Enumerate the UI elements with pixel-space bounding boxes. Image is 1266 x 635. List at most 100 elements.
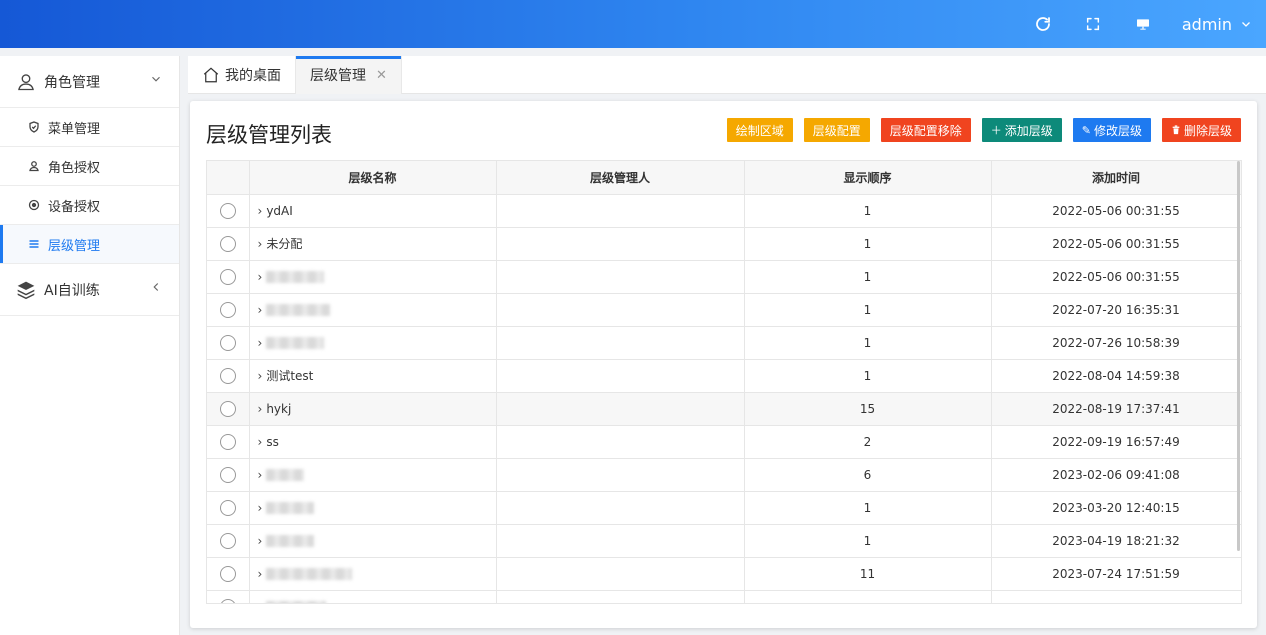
row-select-cell[interactable] (207, 227, 250, 261)
edit-level-button[interactable]: ✎ 修改层级 (1072, 118, 1151, 142)
sidebar-item-menu-management[interactable]: 菜单管理 (0, 108, 179, 147)
chevron-right-icon[interactable]: › (258, 435, 263, 449)
row-select-cell[interactable] (207, 194, 250, 228)
level-manager-cell (496, 359, 745, 393)
level-name-cell: › (249, 557, 497, 591)
table-row[interactable]: › ydAI 1 2022-05-06 00:31:55 (207, 194, 1242, 228)
column-header-name: 层级名称 (249, 161, 497, 195)
table-row[interactable]: › hykj 15 2022-08-19 17:37:41 (207, 392, 1242, 426)
top-header: admin (0, 0, 1266, 48)
row-radio[interactable] (219, 499, 236, 516)
level-manager-cell (496, 227, 745, 261)
fullscreen-icon (1086, 17, 1099, 31)
table-row[interactable]: › 11 2023-07-24 17:51:59 (207, 557, 1242, 591)
level-manager-cell (496, 425, 745, 459)
row-radio[interactable] (219, 400, 236, 417)
row-radio[interactable] (219, 433, 236, 450)
table-row[interactable]: › 测试test 1 2022-08-04 14:59:38 (207, 359, 1242, 393)
monitor-button[interactable] (1118, 0, 1168, 48)
column-header-manager: 层级管理人 (496, 161, 745, 195)
row-select-cell[interactable] (207, 326, 250, 360)
level-name-cell: › hykj (249, 392, 497, 426)
table-row[interactable]: › 1 2023-04-19 18:21:32 (207, 524, 1242, 558)
redacted-text (266, 535, 315, 547)
level-name-cell: › (249, 491, 497, 525)
header-tools: admin (1018, 0, 1252, 48)
row-select-cell[interactable] (207, 491, 250, 525)
row-radio[interactable] (219, 235, 236, 252)
row-radio[interactable] (219, 367, 236, 384)
display-order-cell: 2 (744, 425, 992, 459)
chevron-right-icon[interactable]: › (258, 270, 263, 284)
row-select-cell[interactable] (207, 590, 250, 603)
chevron-right-icon[interactable]: › (258, 468, 263, 482)
scrollbar[interactable] (1237, 161, 1240, 551)
sidebar-item-level-management[interactable]: 层级管理 (0, 225, 179, 264)
row-radio[interactable] (219, 334, 236, 351)
table-body: › ydAI 1 2022-05-06 00:31:55 › 未分配 1 2022-05-06… (207, 194, 1242, 604)
chevron-right-icon[interactable]: › (258, 303, 263, 317)
add-level-button[interactable]: ＋添加层级 (981, 118, 1062, 142)
level-config-button[interactable]: 层级配置 (803, 118, 870, 142)
row-select-cell[interactable] (207, 557, 250, 591)
tab-label: 我的桌面 (225, 68, 281, 84)
fullscreen-button[interactable] (1068, 0, 1118, 48)
chevron-right-icon[interactable]: › (258, 336, 263, 350)
row-radio[interactable] (219, 268, 236, 285)
table-row[interactable]: › 6 2023-02-06 09:41:08 (207, 458, 1242, 492)
row-select-cell[interactable] (207, 458, 250, 492)
chevron-right-icon[interactable]: › (258, 501, 263, 515)
sidebar-item-device-authorization[interactable]: 设备授权 (0, 186, 179, 225)
chevron-right-icon[interactable]: › (258, 567, 263, 581)
row-select-cell[interactable] (207, 359, 250, 393)
row-radio[interactable] (219, 301, 236, 318)
menu-group-ai-training[interactable]: AI自训练 (0, 264, 179, 316)
chevron-right-icon[interactable]: › (258, 369, 263, 383)
chevron-right-icon[interactable]: › (258, 600, 263, 604)
table-row[interactable]: › ss 2 2022-09-19 16:57:49 (207, 425, 1242, 459)
menu-group-role-management[interactable]: 角色管理 (0, 56, 179, 108)
chevron-right-icon[interactable]: › (258, 204, 263, 218)
level-manager-cell (496, 392, 745, 426)
refresh-button[interactable] (1018, 0, 1068, 48)
row-radio[interactable] (219, 532, 236, 549)
table-row[interactable]: › 1 2022-07-20 16:35:31 (207, 293, 1242, 327)
target-icon (28, 199, 40, 211)
row-radio[interactable] (219, 598, 236, 603)
draw-area-button[interactable]: 绘制区域 (726, 118, 793, 142)
close-icon[interactable]: ✕ (376, 68, 387, 83)
row-radio[interactable] (219, 202, 236, 219)
added-time-cell: 2022-08-19 17:37:41 (991, 392, 1242, 426)
chevron-right-icon[interactable]: › (258, 534, 263, 548)
added-time-cell: 2022-05-06 00:31:55 (991, 260, 1242, 294)
action-toolbar: 绘制区域 层级配置 层级配置移除 ＋添加层级 ✎ 修改层级 删除层级 (716, 118, 1241, 142)
chevron-right-icon[interactable]: › (258, 237, 263, 251)
user-menu[interactable]: admin (1168, 15, 1252, 34)
table-row[interactable]: › 1 2023-03-20 12:40:15 (207, 491, 1242, 525)
level-name-cell: › ydAI (249, 194, 497, 228)
display-order-cell: 1 (744, 293, 992, 327)
row-select-cell[interactable] (207, 425, 250, 459)
level-name-cell: › (249, 458, 497, 492)
row-select-cell[interactable] (207, 260, 250, 294)
row-select-cell[interactable] (207, 392, 250, 426)
tab-level-management[interactable]: 层级管理 ✕ (296, 56, 402, 94)
delete-level-button[interactable]: 删除层级 (1161, 118, 1241, 142)
tab-my-desktop[interactable]: 我的桌面 (188, 56, 296, 94)
table-row[interactable]: › (207, 590, 1242, 604)
table-row[interactable]: › 1 2022-05-06 00:31:55 (207, 260, 1242, 294)
display-order-cell: 15 (744, 392, 992, 426)
row-radio[interactable] (219, 565, 236, 582)
content-panel: 层级管理列表 绘制区域 层级配置 层级配置移除 ＋添加层级 ✎ 修改层级 删除层级… (190, 101, 1257, 628)
chevron-right-icon[interactable]: › (258, 402, 263, 416)
row-select-cell[interactable] (207, 293, 250, 327)
added-time-cell: 2023-07-24 17:51:59 (991, 557, 1242, 591)
level-name-cell: › 未分配 (249, 227, 497, 261)
sidebar-item-role-authorization[interactable]: 角色授权 (0, 147, 179, 186)
remove-level-config-button[interactable]: 层级配置移除 (880, 118, 971, 142)
row-radio[interactable] (219, 466, 236, 483)
sidebar-item-label: 设备授权 (48, 199, 101, 215)
table-row[interactable]: › 1 2022-07-26 10:58:39 (207, 326, 1242, 360)
table-row[interactable]: › 未分配 1 2022-05-06 00:31:55 (207, 227, 1242, 261)
row-select-cell[interactable] (207, 524, 250, 558)
